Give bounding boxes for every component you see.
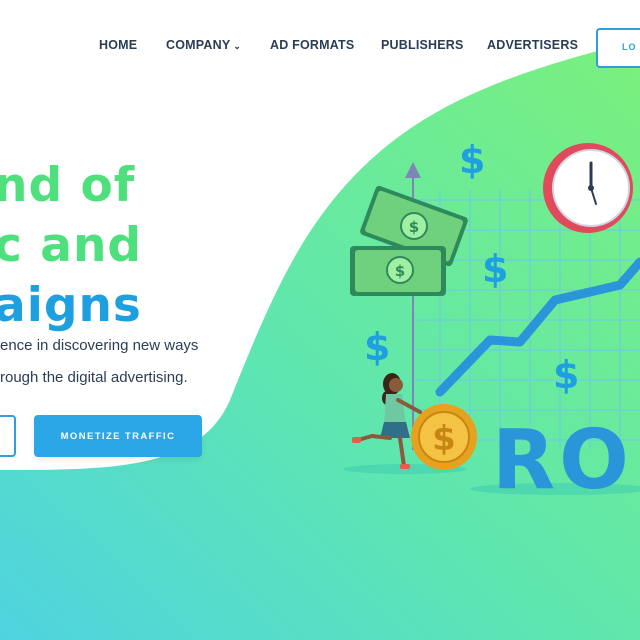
dollar-icon: $ — [459, 138, 485, 182]
money-stack-icon: $ $ — [350, 185, 468, 296]
svg-text:$: $ — [409, 218, 419, 236]
dollar-icon: $ — [482, 247, 508, 291]
clock-icon — [543, 143, 633, 233]
dollar-icon: $ — [364, 325, 390, 369]
roi-illustration: $ $ $ $ $ $ ROI $ — [343, 138, 640, 508]
dollar-icon: $ — [553, 353, 579, 397]
person-illustration — [352, 373, 422, 469]
roi-text: ROI — [492, 413, 640, 508]
gold-coin-icon: $ — [411, 404, 477, 470]
svg-text:$: $ — [432, 419, 456, 459]
svg-text:$: $ — [395, 262, 405, 280]
page: HOME COMPANY ⌄ AD FORMATS PUBLISHERS ADVE… — [0, 0, 640, 640]
